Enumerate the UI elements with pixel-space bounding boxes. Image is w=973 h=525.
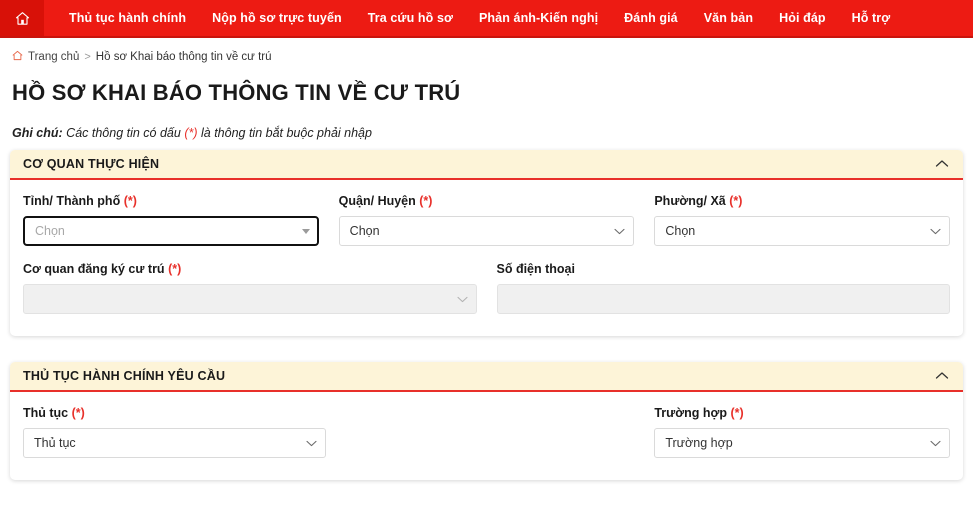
nav-item-list: Thủ tục hành chính Nộp hồ sơ trực tuyến … <box>44 0 903 36</box>
label-text: Số điện thoại <box>497 262 575 276</box>
section-thu-tuc-hanh-chinh-yeu-cau: THỦ TỤC HÀNH CHÍNH YÊU CẦU Thủ tục (*) <box>10 362 963 480</box>
label-text: Phường/ Xã <box>654 194 725 208</box>
required-mark: (*) <box>729 194 742 208</box>
field-ward: Phường/ Xã (*) Chọn <box>654 194 950 246</box>
procedure-select[interactable]: Thủ tục <box>23 428 326 458</box>
case-select-value: Trường hợp <box>665 436 732 450</box>
form-row-agency: Cơ quan đăng ký cư trú (*) <box>23 262 950 314</box>
procedure-control: Thủ tục <box>23 428 326 458</box>
label-text: Cơ quan đăng ký cư trú <box>23 262 165 276</box>
section-body-co-quan-thuc-hien: Tỉnh/ Thành phố (*) Chọn Quận/ Huyện (* <box>10 180 963 336</box>
label-text: Trường hợp <box>654 406 727 420</box>
note-label: Ghi chú: <box>12 126 63 140</box>
nav-item-danh-gia[interactable]: Đánh giá <box>611 0 691 37</box>
section-co-quan-thuc-hien: CƠ QUAN THỰC HIỆN Tỉnh/ Thành phố (*) <box>10 150 963 336</box>
required-mark: (*) <box>730 406 743 420</box>
district-select[interactable]: Chọn <box>339 216 635 246</box>
label-text: Tỉnh/ Thành phố <box>23 194 120 208</box>
field-phone: Số điện thoại <box>497 262 951 314</box>
nav-item-phan-anh-kien-nghi[interactable]: Phản ánh-Kiến nghị <box>466 0 611 37</box>
required-mark: (*) <box>72 406 85 420</box>
field-case: Trường hợp (*) Trường hợp <box>654 406 950 458</box>
ward-select[interactable]: Chọn <box>654 216 950 246</box>
page-content: Trang chủ > Hồ sơ Khai báo thông tin về … <box>0 38 973 480</box>
agency-control <box>23 284 477 314</box>
nav-item-thu-tuc-hanh-chinh[interactable]: Thủ tục hành chính <box>56 0 199 37</box>
field-label-district: Quận/ Huyện (*) <box>339 194 635 208</box>
note-text-after: là thông tin bắt buộc phải nhập <box>198 126 372 140</box>
agency-select[interactable] <box>23 284 477 314</box>
note-text-before: Các thông tin có dấu <box>63 126 185 140</box>
section-header-thu-tuc-hanh-chinh-yeu-cau[interactable]: THỦ TỤC HÀNH CHÍNH YÊU CẦU <box>10 362 963 392</box>
field-label-procedure: Thủ tục (*) <box>23 406 319 420</box>
province-select[interactable]: Chọn <box>23 216 319 246</box>
form-row-procedure: Thủ tục (*) Thủ tục <box>23 406 950 458</box>
district-select-value: Chọn <box>350 224 380 238</box>
field-label-case: Trường hợp (*) <box>654 406 950 420</box>
breadcrumb-current: Hồ sơ Khai báo thông tin về cư trú <box>96 51 272 63</box>
form-spacer <box>339 406 635 458</box>
province-select-value: Chọn <box>35 224 65 238</box>
nav-home-button[interactable] <box>0 0 44 36</box>
field-label-province: Tỉnh/ Thành phố (*) <box>23 194 319 208</box>
nav-item-nop-ho-so-truc-tuyen[interactable]: Nộp hồ sơ trực tuyến <box>199 0 355 37</box>
form-row-location: Tỉnh/ Thành phố (*) Chọn Quận/ Huyện (* <box>23 194 950 246</box>
field-province: Tỉnh/ Thành phố (*) Chọn <box>23 194 319 246</box>
ward-select-value: Chọn <box>665 224 695 238</box>
form-note: Ghi chú: Các thông tin có dấu (*) là thô… <box>12 126 963 140</box>
chevron-up-icon[interactable] <box>935 367 949 385</box>
district-control: Chọn <box>339 216 635 246</box>
required-mark: (*) <box>419 194 432 208</box>
phone-input[interactable] <box>497 284 951 314</box>
case-select[interactable]: Trường hợp <box>654 428 950 458</box>
page-title: HỒ SƠ KHAI BÁO THÔNG TIN VỀ CƯ TRÚ <box>12 80 963 106</box>
province-control: Chọn <box>23 216 319 246</box>
field-procedure: Thủ tục (*) Thủ tục <box>23 406 319 458</box>
breadcrumb: Trang chủ > Hồ sơ Khai báo thông tin về … <box>10 38 963 70</box>
required-mark: (*) <box>168 262 181 276</box>
field-label-agency: Cơ quan đăng ký cư trú (*) <box>23 262 477 276</box>
breadcrumb-separator: > <box>84 51 90 63</box>
nav-item-van-ban[interactable]: Văn bản <box>691 0 766 37</box>
procedure-select-value: Thủ tục <box>34 436 76 450</box>
field-label-phone: Số điện thoại <box>497 262 951 276</box>
breadcrumb-home-link[interactable]: Trang chủ <box>28 51 79 63</box>
case-control: Trường hợp <box>654 428 950 458</box>
section-header-co-quan-thuc-hien[interactable]: CƠ QUAN THỰC HIỆN <box>10 150 963 180</box>
home-icon <box>15 11 30 26</box>
note-required-mark: (*) <box>184 126 197 140</box>
section-title: CƠ QUAN THỰC HIỆN <box>23 157 159 171</box>
label-text: Quận/ Huyện <box>339 194 416 208</box>
nav-item-tra-cuu-ho-so[interactable]: Tra cứu hồ sơ <box>355 0 466 37</box>
section-body-thu-tuc-hanh-chinh-yeu-cau: Thủ tục (*) Thủ tục <box>10 392 963 480</box>
ward-control: Chọn <box>654 216 950 246</box>
phone-control <box>497 284 951 314</box>
main-navigation: Thủ tục hành chính Nộp hồ sơ trực tuyến … <box>0 0 973 38</box>
field-label-ward: Phường/ Xã (*) <box>654 194 950 208</box>
home-outline-icon <box>12 50 23 64</box>
chevron-up-icon[interactable] <box>935 155 949 173</box>
section-title: THỦ TỤC HÀNH CHÍNH YÊU CẦU <box>23 369 225 383</box>
nav-item-hoi-dap[interactable]: Hỏi đáp <box>766 0 839 37</box>
field-district: Quận/ Huyện (*) Chọn <box>339 194 635 246</box>
field-agency: Cơ quan đăng ký cư trú (*) <box>23 262 477 314</box>
nav-item-ho-tro[interactable]: Hỗ trợ <box>839 0 904 37</box>
required-mark: (*) <box>124 194 137 208</box>
label-text: Thủ tục <box>23 406 68 420</box>
